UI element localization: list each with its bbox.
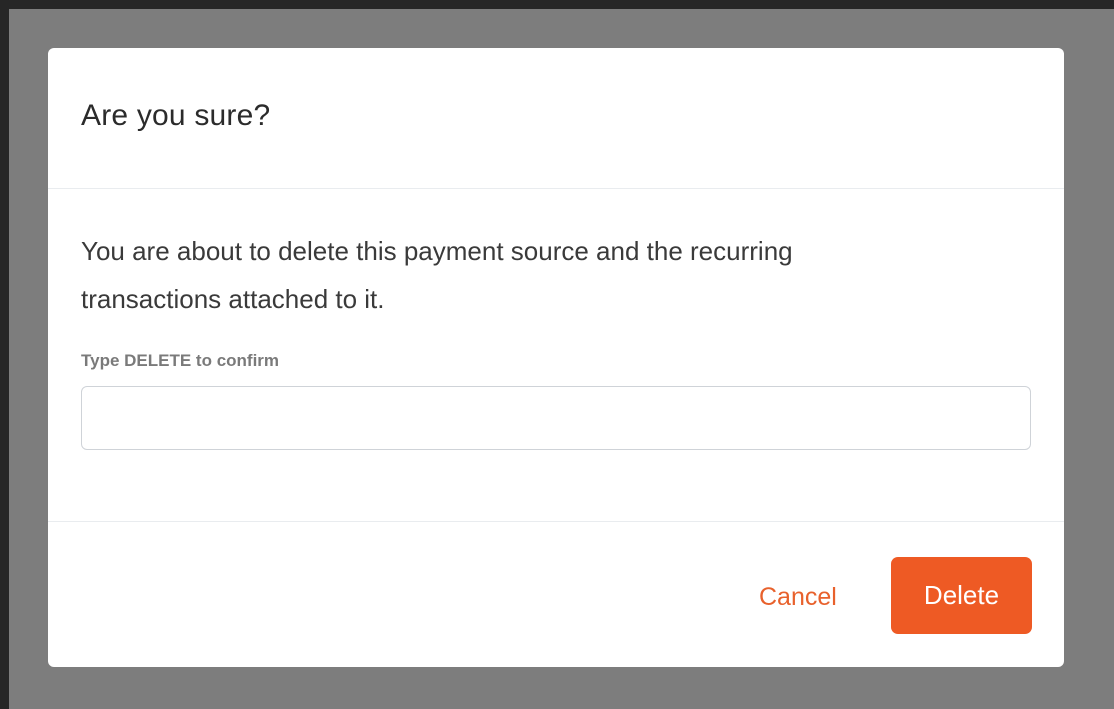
dialog-footer: Cancel Delete [48,522,1064,666]
delete-button[interactable]: Delete [891,557,1032,634]
confirm-label: Type DELETE to confirm [81,351,280,370]
confirm-delete-input[interactable] [81,386,1031,450]
dialog-body: You are about to delete this payment sou… [48,189,1064,522]
dialog-message-line1: You are about to delete this payment sou… [81,236,793,266]
dialog-message-line2: transactions attached to it. [81,284,385,314]
cancel-button[interactable]: Cancel [759,583,837,612]
dialog-message: You are about to delete this payment sou… [81,227,1031,323]
dialog-header: Are you sure? [48,48,1064,189]
window-frame-left [0,0,9,709]
dialog-title: Are you sure? [81,99,271,132]
window-frame-top [0,0,1114,9]
confirm-delete-dialog: Are you sure? You are about to delete th… [48,48,1064,667]
